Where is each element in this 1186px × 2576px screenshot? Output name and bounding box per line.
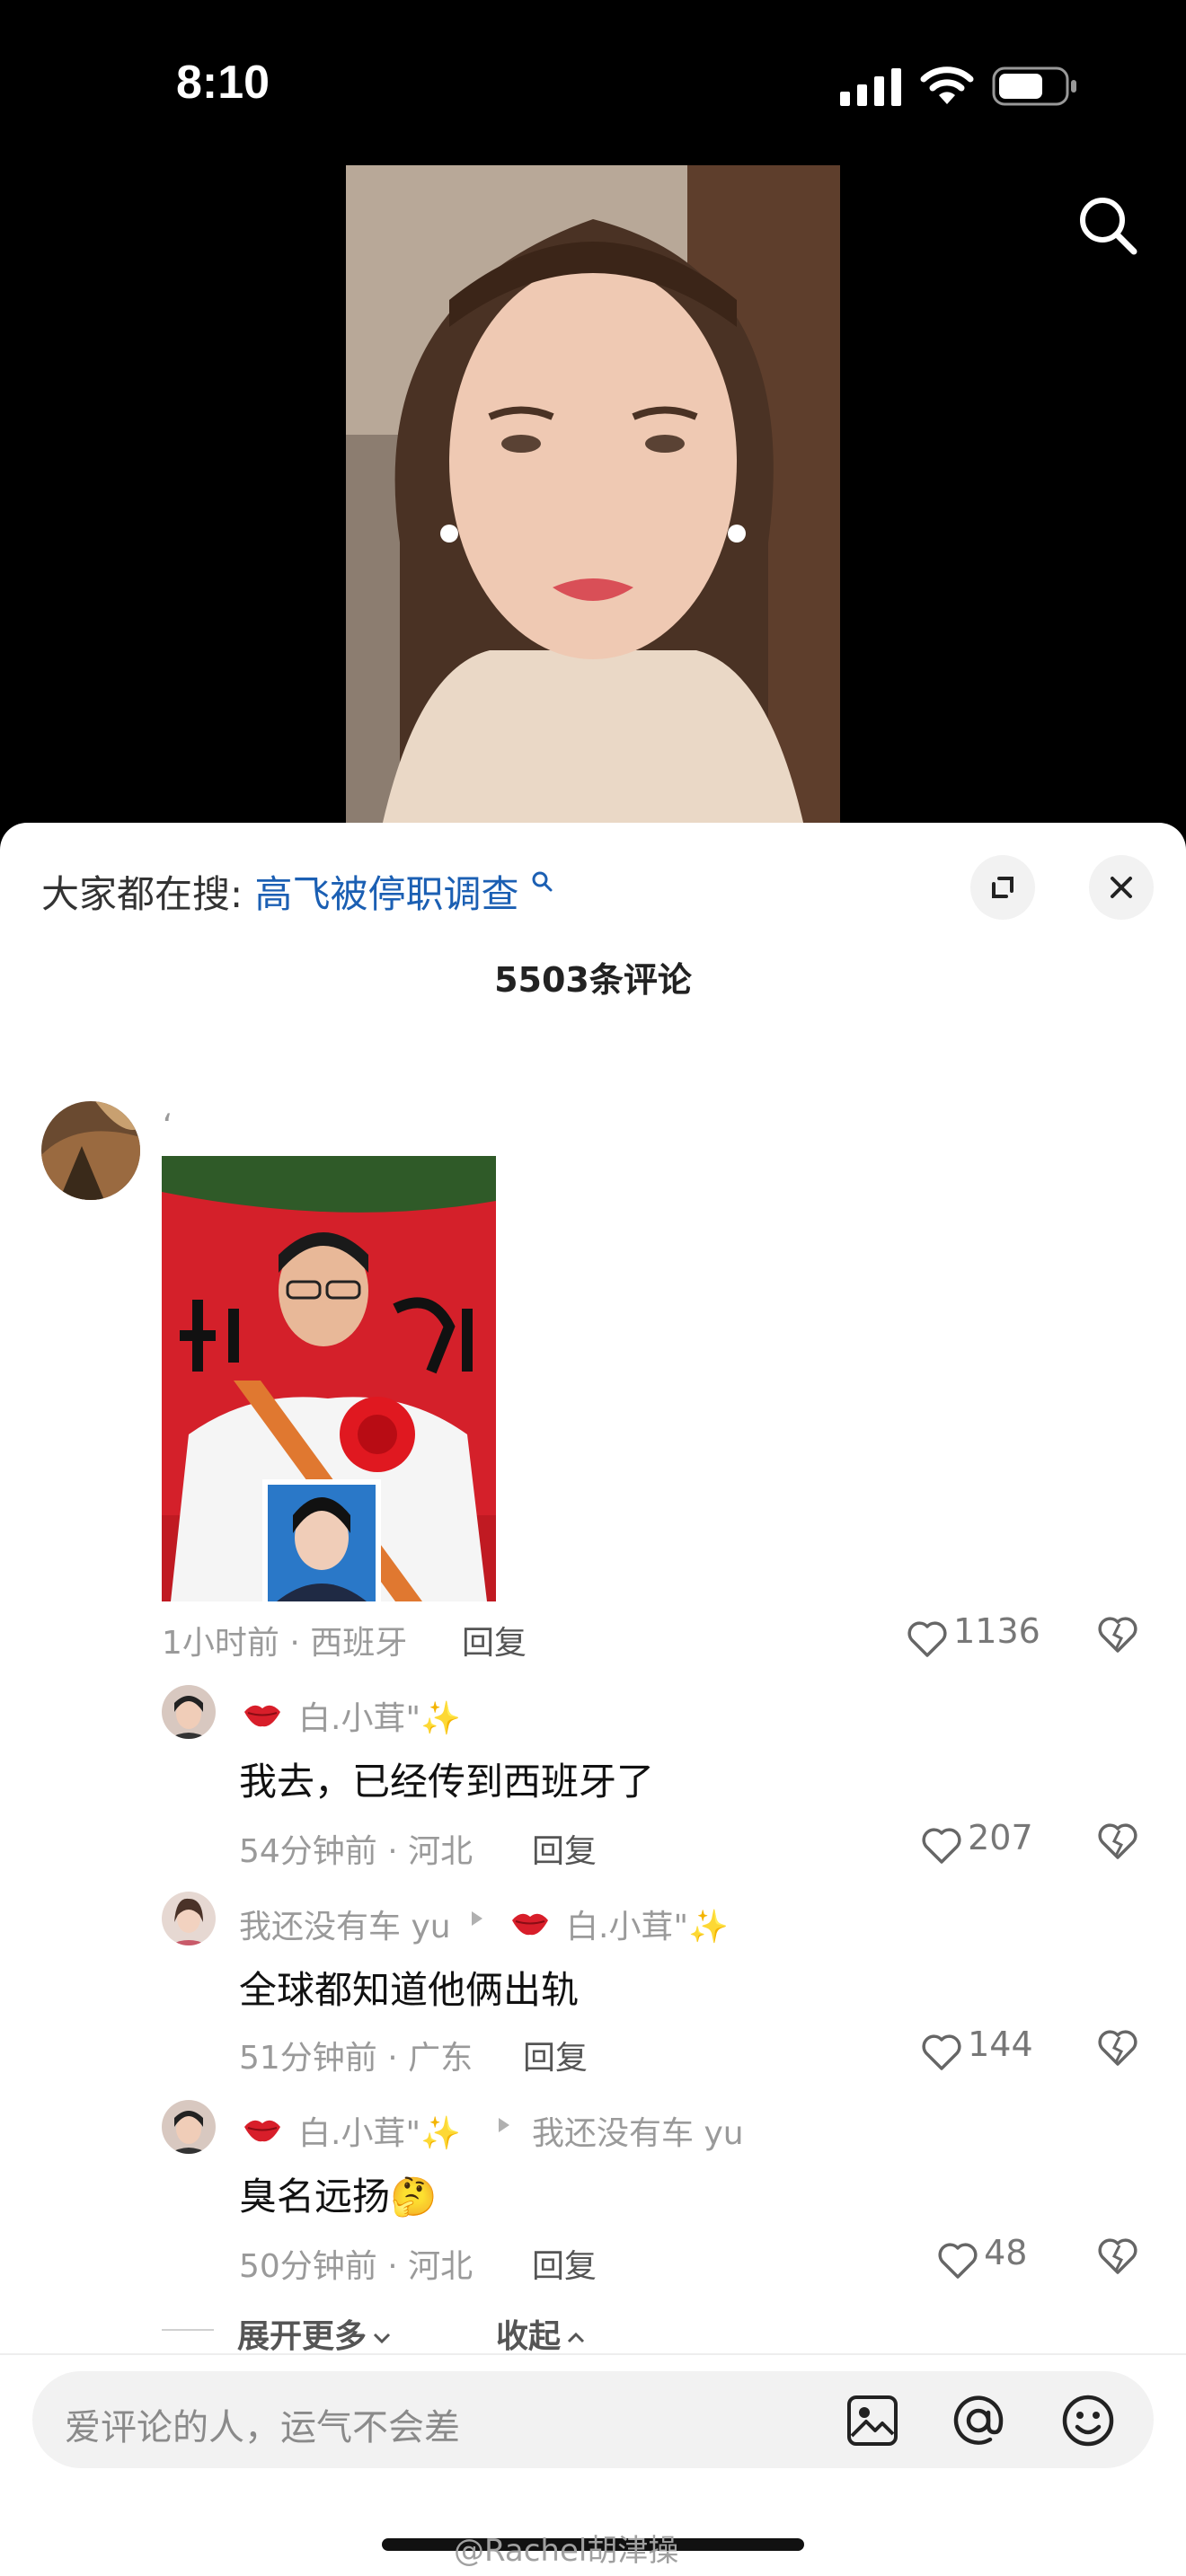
like-count: 144: [968, 2025, 1033, 2064]
divider: [0, 2353, 1186, 2355]
reply-button[interactable]: 回复: [523, 2032, 588, 2078]
reply-meta: 50分钟前 · 河北: [239, 2248, 474, 2285]
like-button[interactable]: 48: [936, 2233, 1027, 2282]
dislike-icon[interactable]: [1096, 2026, 1139, 2069]
hot-search-bar[interactable]: 大家都在搜: 高飞被停职调查: [41, 864, 554, 919]
heart-icon: [922, 1827, 961, 1864]
emoji-icon[interactable]: [1060, 2393, 1116, 2448]
at-icon[interactable]: [951, 2393, 1006, 2448]
wifi-icon: [920, 66, 974, 104]
expand-more-button[interactable]: 展开更多: [237, 2310, 393, 2357]
status-time: 8:10: [176, 57, 270, 109]
reply-meta: 54分钟前 · 河北: [239, 1833, 474, 1870]
like-count: 48: [984, 2233, 1028, 2272]
reply-button[interactable]: 回复: [532, 2240, 597, 2287]
comment-photo[interactable]: [162, 1156, 496, 1601]
like-button[interactable]: 207: [920, 1818, 1033, 1867]
heart-icon: [938, 2242, 978, 2279]
dislike-icon[interactable]: [1096, 1820, 1139, 1863]
avatar[interactable]: [162, 2100, 216, 2154]
reply-author[interactable]: 白.小茸"✨: [298, 1692, 461, 1739]
divider: [162, 2329, 214, 2331]
dislike-icon[interactable]: [1096, 1613, 1139, 1656]
like-button[interactable]: 144: [920, 2025, 1033, 2074]
reply-target[interactable]: 白.小茸"✨: [566, 1901, 729, 1947]
signal-icon: [840, 68, 901, 106]
reply-author[interactable]: 我还没有车 yu: [239, 1901, 451, 1947]
heart-icon: [922, 2033, 961, 2070]
comment-meta: 1小时前 · 西班牙: [162, 1625, 408, 1662]
reply-arrow-icon: [499, 2118, 509, 2132]
collapse-button[interactable]: 收起: [496, 2310, 587, 2357]
reply-meta: 51分钟前 · 广东: [239, 2040, 474, 2077]
battery-icon: [992, 66, 1076, 106]
chevron-up-icon: [568, 2332, 585, 2343]
comment-username[interactable]: ،: [162, 1092, 173, 1129]
watermark: @Rachel胡津操: [454, 2533, 679, 2569]
video-player[interactable]: [346, 165, 840, 826]
lips-icon: [512, 1913, 548, 1936]
image-icon[interactable]: [845, 2393, 900, 2448]
heart-icon: [907, 1620, 947, 1657]
reply-target[interactable]: 我还没有车 yu: [532, 2107, 744, 2154]
reply-author[interactable]: 白.小茸"✨: [298, 2107, 461, 2154]
like-count: 1136: [953, 1611, 1040, 1651]
like-count: 207: [968, 1818, 1033, 1857]
collapse-label: 收起: [496, 2318, 562, 2355]
dislike-icon[interactable]: [1096, 2235, 1139, 2278]
comment-count: 5503条评论: [494, 960, 692, 1000]
lips-icon: [244, 1705, 280, 1727]
chevron-down-icon: [374, 2333, 391, 2344]
expand-icon: [992, 877, 1013, 898]
close-icon: [1111, 877, 1132, 898]
like-button[interactable]: 1136: [906, 1611, 1040, 1661]
search-icon: [532, 871, 553, 892]
reply-button[interactable]: 回复: [462, 1617, 527, 1663]
expand-button[interactable]: [970, 855, 1035, 920]
avatar[interactable]: [162, 1685, 216, 1739]
reply-arrow-icon: [472, 1911, 482, 1926]
avatar[interactable]: [41, 1101, 140, 1200]
search-icon[interactable]: [1076, 194, 1139, 257]
hot-search-prefix: 大家都在搜:: [41, 872, 243, 916]
hot-search-query[interactable]: 高飞被停职调查: [255, 872, 519, 916]
lips-icon: [244, 2120, 280, 2142]
close-button[interactable]: [1089, 855, 1154, 920]
comment-input-placeholder: 爱评论的人，运气不会差: [65, 2407, 460, 2448]
reply-text: 全球都知道他俩出轨: [239, 1968, 580, 2012]
reply-text: 臭名远扬🤔: [239, 2175, 438, 2219]
reply-button[interactable]: 回复: [532, 1825, 597, 1872]
expand-more-label: 展开更多: [237, 2318, 367, 2355]
reply-text: 我去，已经传到西班牙了: [239, 1760, 655, 1804]
avatar[interactable]: [162, 1892, 216, 1945]
